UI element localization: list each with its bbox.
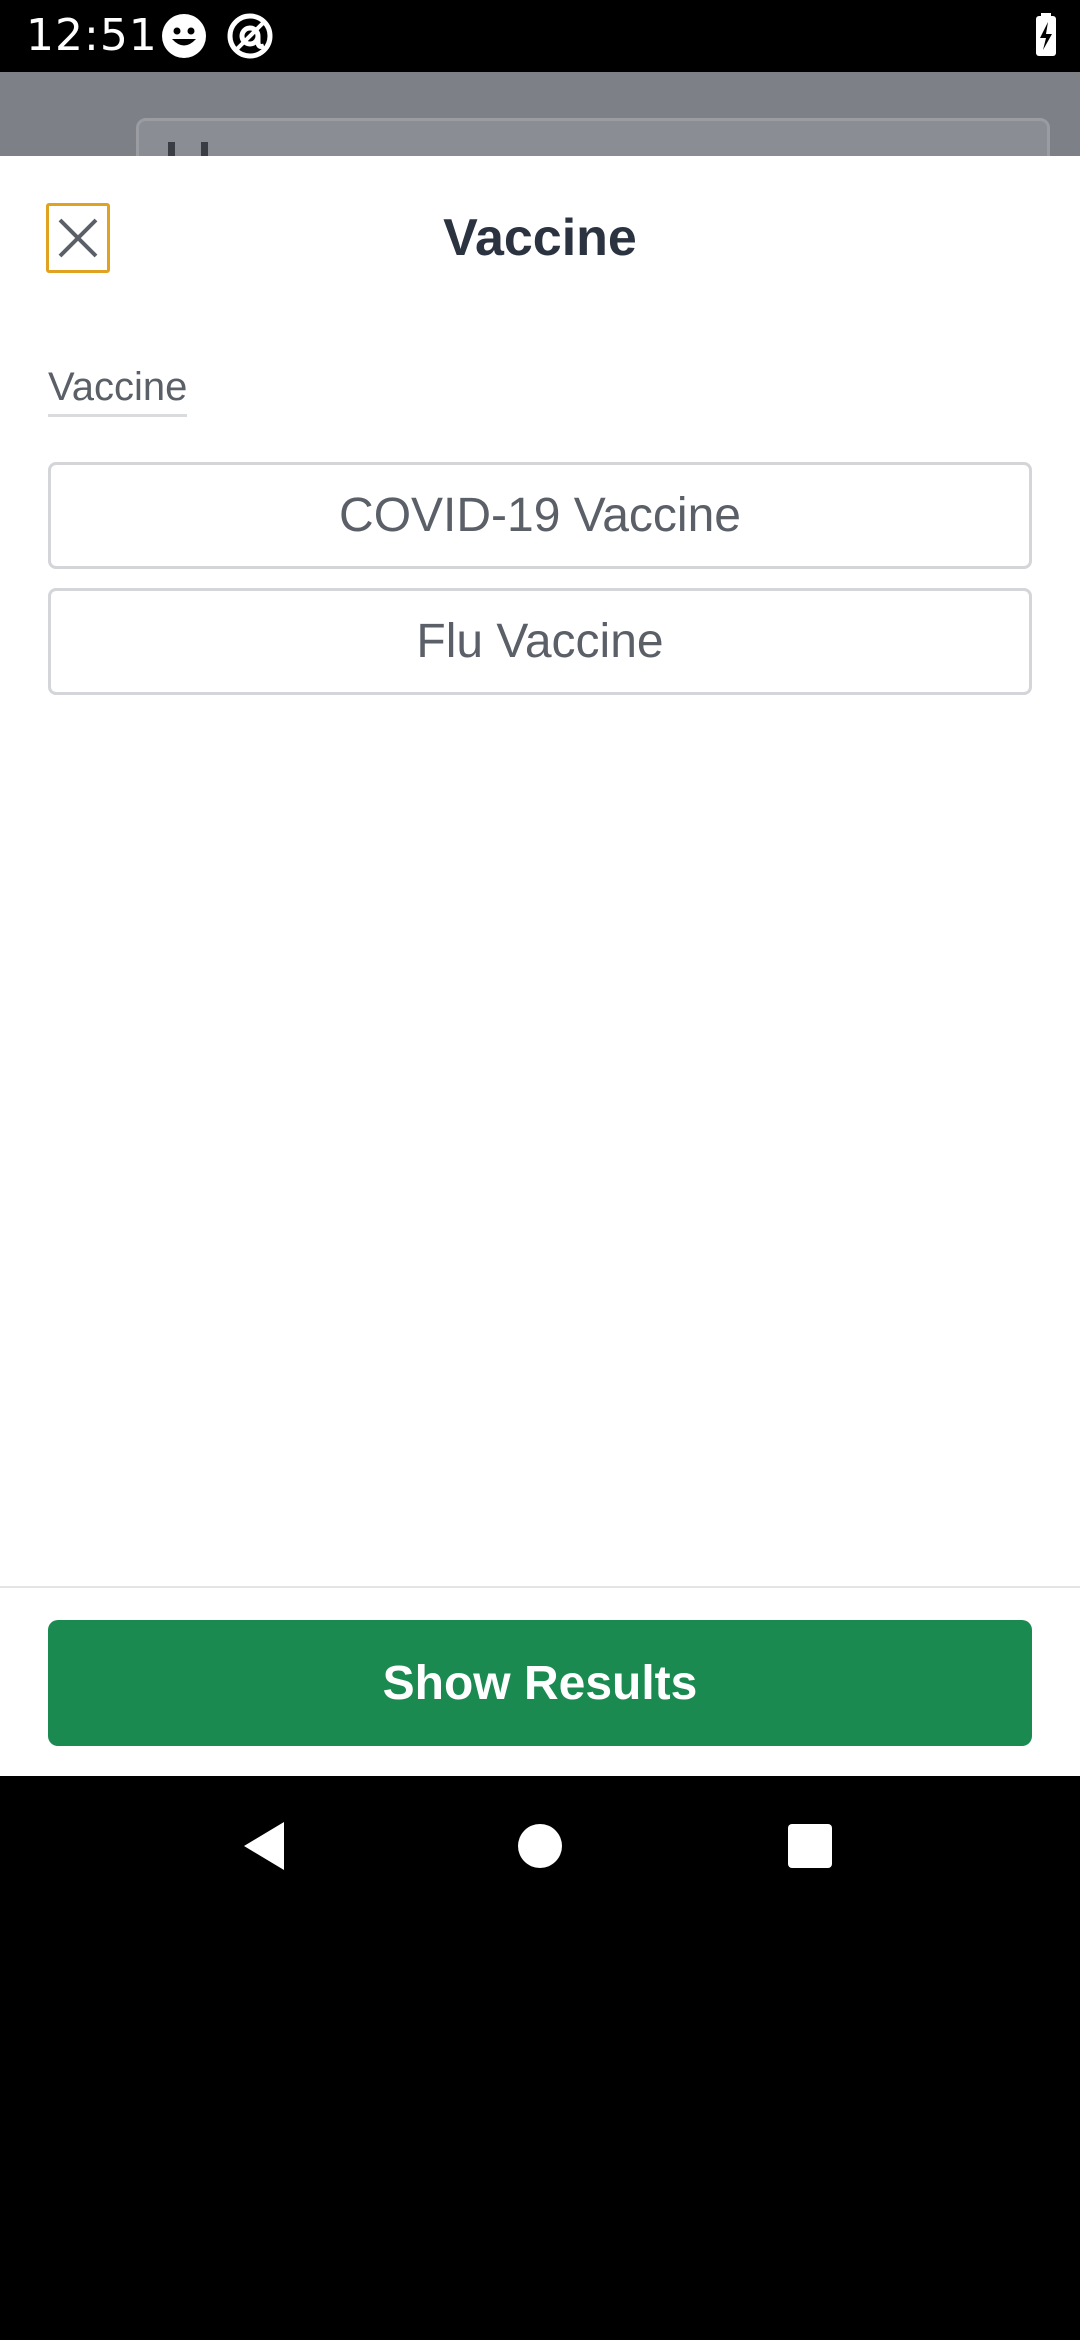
battery-charging-icon: [1022, 12, 1070, 60]
at-sign-icon: [226, 12, 274, 60]
status-time: 12:51: [26, 10, 158, 61]
footer-divider: [0, 1586, 1080, 1588]
filter-sheet: Vaccine Vaccine COVID-19 Vaccine Flu Vac…: [0, 156, 1080, 1776]
show-results-button[interactable]: Show Results: [48, 1620, 1032, 1746]
navigation-bar: [0, 1776, 1080, 1918]
status-bar: 12:51: [0, 0, 1080, 72]
smiley-icon: [160, 12, 208, 60]
back-icon[interactable]: [234, 1814, 298, 1878]
dimmed-background: [0, 72, 1080, 156]
sheet-title: Vaccine: [443, 209, 637, 267]
option-covid-19-vaccine[interactable]: COVID-19 Vaccine: [48, 462, 1032, 569]
home-icon[interactable]: [508, 1814, 572, 1878]
below-screen-area: [0, 1918, 1080, 2340]
background-search-field: [136, 118, 1050, 156]
recents-icon[interactable]: [778, 1814, 842, 1878]
section-label: Vaccine: [48, 362, 188, 417]
option-flu-vaccine[interactable]: Flu Vaccine: [48, 588, 1032, 695]
background-field-glyph: [168, 142, 208, 156]
